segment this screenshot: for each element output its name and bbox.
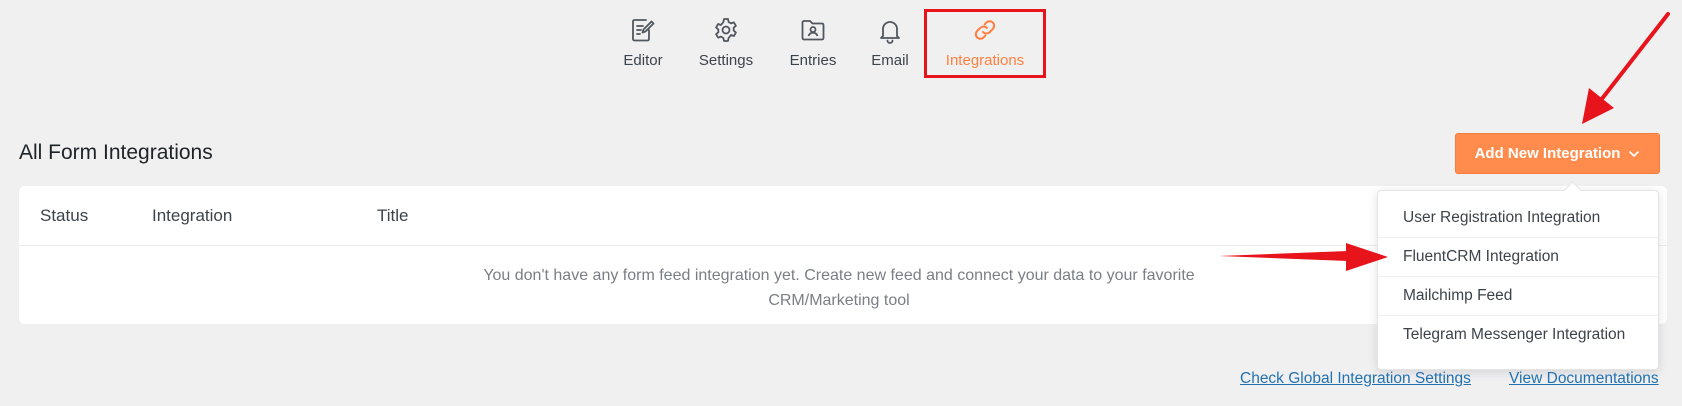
dropdown-item-user-registration[interactable]: User Registration Integration — [1378, 199, 1658, 238]
tab-email-label: Email — [871, 52, 909, 69]
column-header-integration: Integration — [152, 206, 233, 225]
column-header-title: Title — [377, 206, 409, 225]
view-documentations-link[interactable]: View Documentations — [1509, 370, 1659, 388]
dropdown-item-telegram[interactable]: Telegram Messenger Integration — [1378, 316, 1658, 354]
gear-icon — [715, 18, 737, 42]
tab-editor[interactable]: Editor — [622, 14, 664, 74]
add-integration-dropdown: User Registration Integration FluentCRM … — [1377, 190, 1659, 370]
column-header-status: Status — [40, 206, 89, 225]
entries-folder-icon — [801, 20, 825, 41]
dropdown-item-mailchimp[interactable]: Mailchimp Feed — [1378, 277, 1658, 316]
page-title: All Form Integrations — [19, 141, 213, 164]
check-global-integration-settings-link[interactable]: Check Global Integration Settings — [1240, 370, 1471, 388]
chevron-down-icon — [1629, 150, 1640, 157]
tab-entries[interactable]: Entries — [788, 14, 838, 74]
empty-table-message: You don't have any form feed integration… — [459, 263, 1219, 313]
dropdown-item-fluentcrm[interactable]: FluentCRM Integration — [1378, 238, 1658, 277]
empty-message-line-1: You don't have any form feed integration… — [483, 267, 1195, 284]
tab-entries-label: Entries — [789, 52, 837, 69]
link-icon — [974, 20, 996, 40]
empty-message-line-2: CRM/Marketing tool — [768, 292, 910, 309]
add-new-integration-label: Add New Integration — [1474, 145, 1621, 162]
tab-integrations[interactable]: Integrations — [942, 14, 1028, 74]
tab-settings[interactable]: Settings — [696, 14, 756, 74]
form-tabs-nav: Editor Settings Entries Email Integratio… — [0, 14, 1682, 74]
tab-integrations-label: Integrations — [945, 52, 1025, 69]
tab-editor-label: Editor — [623, 52, 663, 69]
bell-icon — [880, 21, 900, 44]
edit-form-icon — [632, 19, 655, 42]
tab-settings-label: Settings — [698, 52, 754, 69]
tab-email[interactable]: Email — [868, 14, 912, 74]
add-new-integration-button[interactable]: Add New Integration — [1455, 133, 1660, 174]
